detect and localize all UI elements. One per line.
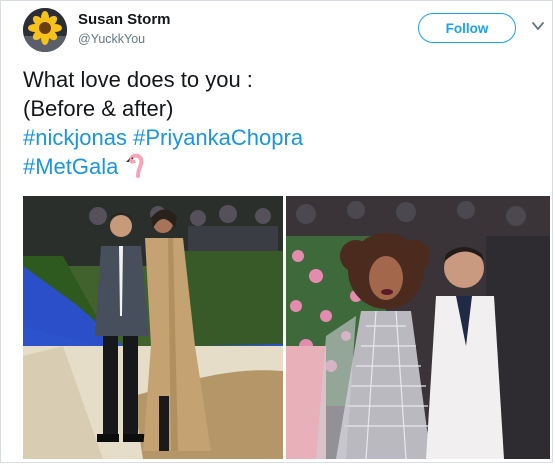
hashtag-row-2: #MetGala (23, 152, 543, 181)
before-photo[interactable] (23, 196, 283, 459)
flamingo-emoji-icon (121, 153, 147, 179)
tweet-line-1: What love does to you : (23, 67, 253, 92)
user-handle[interactable]: @YuckkYou (78, 32, 145, 46)
display-name[interactable]: Susan Storm (78, 11, 171, 28)
hashtag-metgala[interactable]: #MetGala (23, 154, 118, 179)
hashtag-priyankachopra[interactable]: #PriyankaChopra (133, 125, 303, 150)
hashtag-nickjonas[interactable]: #nickjonas (23, 125, 127, 150)
chevron-down-icon[interactable] (532, 21, 544, 31)
media-grid (23, 196, 550, 459)
tweet-text: What love does to you : (Before & after)… (23, 65, 543, 181)
follow-button[interactable]: Follow (418, 13, 516, 43)
after-photo[interactable] (286, 196, 550, 459)
avatar[interactable] (23, 8, 67, 52)
hashtag-row: #nickjonas #PriyankaChopra (23, 123, 543, 152)
tweet-header: Susan Storm @YuckkYou Follow (1, 1, 552, 61)
tweet-line-2: (Before & after) (23, 96, 174, 121)
sunflower-avatar-icon (23, 8, 67, 52)
tweet-card: Susan Storm @YuckkYou Follow What love d… (0, 0, 553, 463)
